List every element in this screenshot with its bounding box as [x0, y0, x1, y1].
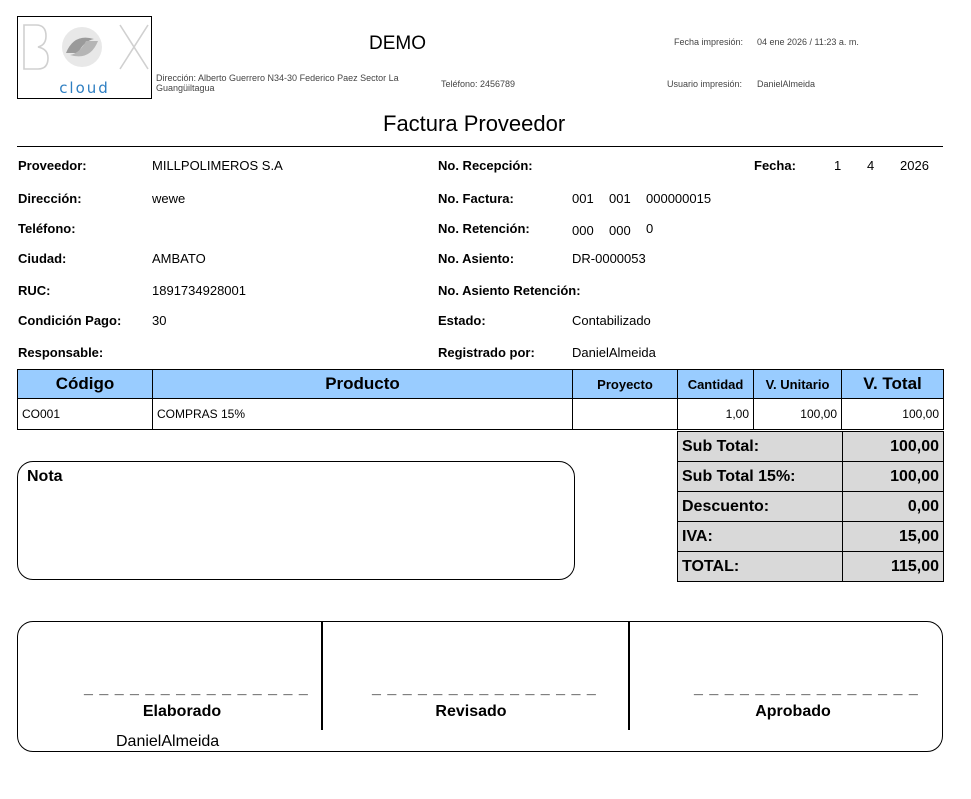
- condicion-pago-label: Condición Pago:: [18, 313, 122, 328]
- print-date-label: Fecha impresión:: [674, 37, 744, 47]
- totals-row: TOTAL: 115,00: [677, 551, 944, 582]
- aprobado-signature-line: _ _ _ _ _ _ _ _ _ _ _ _ _ _ _: [694, 680, 919, 697]
- totals-row: Sub Total 15%: 100,00: [677, 461, 944, 492]
- fecha-month: 4: [867, 158, 875, 173]
- elaborado-name: DanielAlmeida: [116, 733, 220, 750]
- fecha-year: 2026: [900, 158, 929, 173]
- ruc-value: 1891734928001: [152, 283, 246, 298]
- print-date-value: 04 ene 2026 / 11:23 a. m.: [757, 37, 859, 47]
- fecha-label: Fecha:: [754, 158, 796, 173]
- col-proyecto: Proyecto: [572, 369, 678, 399]
- subtotal-15-value: 100,00: [842, 461, 944, 492]
- col-cantidad: Cantidad: [677, 369, 754, 399]
- direccion-value: wewe: [152, 191, 186, 206]
- retencion-number: 0: [646, 221, 654, 236]
- iva-label: IVA:: [677, 521, 843, 552]
- retencion-series-1: 000: [572, 223, 594, 238]
- telefono-label: Teléfono:: [18, 221, 76, 236]
- total-label: TOTAL:: [677, 551, 843, 582]
- cell-codigo: CO001: [17, 398, 153, 430]
- company-logo: cloud: [17, 16, 152, 99]
- descuento-label: Descuento:: [677, 491, 843, 522]
- fecha-day: 1: [834, 158, 842, 173]
- cell-v-total: 100,00: [841, 398, 944, 430]
- estado-value: Contabilizado: [572, 313, 651, 328]
- header-divider: [17, 146, 943, 147]
- company-phone: Teléfono: 2456789: [441, 79, 516, 89]
- signature-divider: [628, 622, 630, 730]
- nota-label: Nota: [27, 468, 63, 485]
- products-table: Código Producto Proyecto Cantidad V. Uni…: [17, 369, 944, 430]
- registrado-label: Registrado por:: [438, 345, 535, 360]
- logo-text: cloud: [59, 79, 110, 97]
- nota-box: Nota: [17, 461, 575, 580]
- asiento-value: DR-0000053: [572, 251, 646, 266]
- print-user-value: DanielAlmeida: [757, 79, 816, 89]
- elaborado-label: Elaborado: [142, 703, 222, 720]
- subtotal-15-label: Sub Total 15%:: [677, 461, 843, 492]
- responsable-label: Responsable:: [18, 345, 104, 360]
- table-header-row: Código Producto Proyecto Cantidad V. Uni…: [17, 369, 944, 399]
- table-row: CO001 COMPRAS 15% 1,00 100,00 100,00: [17, 398, 944, 430]
- asiento-retencion-label: No. Asiento Retención:: [438, 283, 581, 298]
- subtotal-value: 100,00: [842, 431, 944, 462]
- totals-row: IVA: 15,00: [677, 521, 944, 552]
- descuento-value: 0,00: [842, 491, 944, 522]
- estado-label: Estado:: [438, 313, 486, 328]
- cell-cantidad: 1,00: [677, 398, 754, 430]
- revisado-signature-line: _ _ _ _ _ _ _ _ _ _ _ _ _ _ _: [372, 680, 597, 697]
- factura-series-1: 001: [572, 191, 594, 206]
- document-title: Factura Proveedor: [383, 111, 566, 136]
- proveedor-value: MILLPOLIMEROS S.A: [152, 158, 283, 173]
- asiento-label: No. Asiento:: [438, 251, 515, 266]
- retencion-label: No. Retención:: [438, 221, 530, 236]
- company-name: DEMO: [369, 33, 426, 54]
- elaborado-signature-line: _ _ _ _ _ _ _ _ _ _ _ _ _ _ _: [84, 680, 309, 697]
- factura-number: 000000015: [646, 191, 712, 206]
- print-user-label: Usuario impresión:: [667, 79, 743, 89]
- recepcion-label: No. Recepción:: [438, 158, 533, 173]
- revisado-label: Revisado: [435, 703, 507, 720]
- ciudad-value: AMBATO: [152, 251, 206, 266]
- ruc-label: RUC:: [18, 283, 51, 298]
- registrado-value: DanielAlmeida: [572, 345, 656, 360]
- condicion-pago-value: 30: [152, 313, 167, 328]
- factura-series-2: 001: [609, 191, 631, 206]
- total-value: 115,00: [842, 551, 944, 582]
- cell-proyecto: [572, 398, 678, 430]
- iva-value: 15,00: [842, 521, 944, 552]
- subtotal-label: Sub Total:: [677, 431, 843, 462]
- totals-row: Descuento: 0,00: [677, 491, 944, 522]
- cell-v-unitario: 100,00: [753, 398, 842, 430]
- ciudad-label: Ciudad:: [18, 251, 67, 266]
- col-v-total: V. Total: [841, 369, 944, 399]
- col-v-unitario: V. Unitario: [753, 369, 842, 399]
- totals-table: Sub Total: 100,00 Sub Total 15%: 100,00 …: [677, 431, 944, 582]
- box-logo-icon: [23, 24, 149, 70]
- col-producto: Producto: [152, 369, 573, 399]
- aprobado-label: Aprobado: [755, 703, 831, 720]
- retencion-series-2: 000: [609, 223, 631, 238]
- factura-label: No. Factura:: [438, 191, 514, 206]
- cell-producto: COMPRAS 15%: [152, 398, 573, 430]
- col-codigo: Código: [17, 369, 153, 399]
- signature-divider: [321, 622, 323, 730]
- company-address: Dirección: Alberto Guerrero N34-30 Feder…: [156, 73, 399, 93]
- proveedor-label: Proveedor:: [18, 158, 87, 173]
- totals-row: Sub Total: 100,00: [677, 431, 944, 462]
- direccion-label: Dirección:: [18, 191, 82, 206]
